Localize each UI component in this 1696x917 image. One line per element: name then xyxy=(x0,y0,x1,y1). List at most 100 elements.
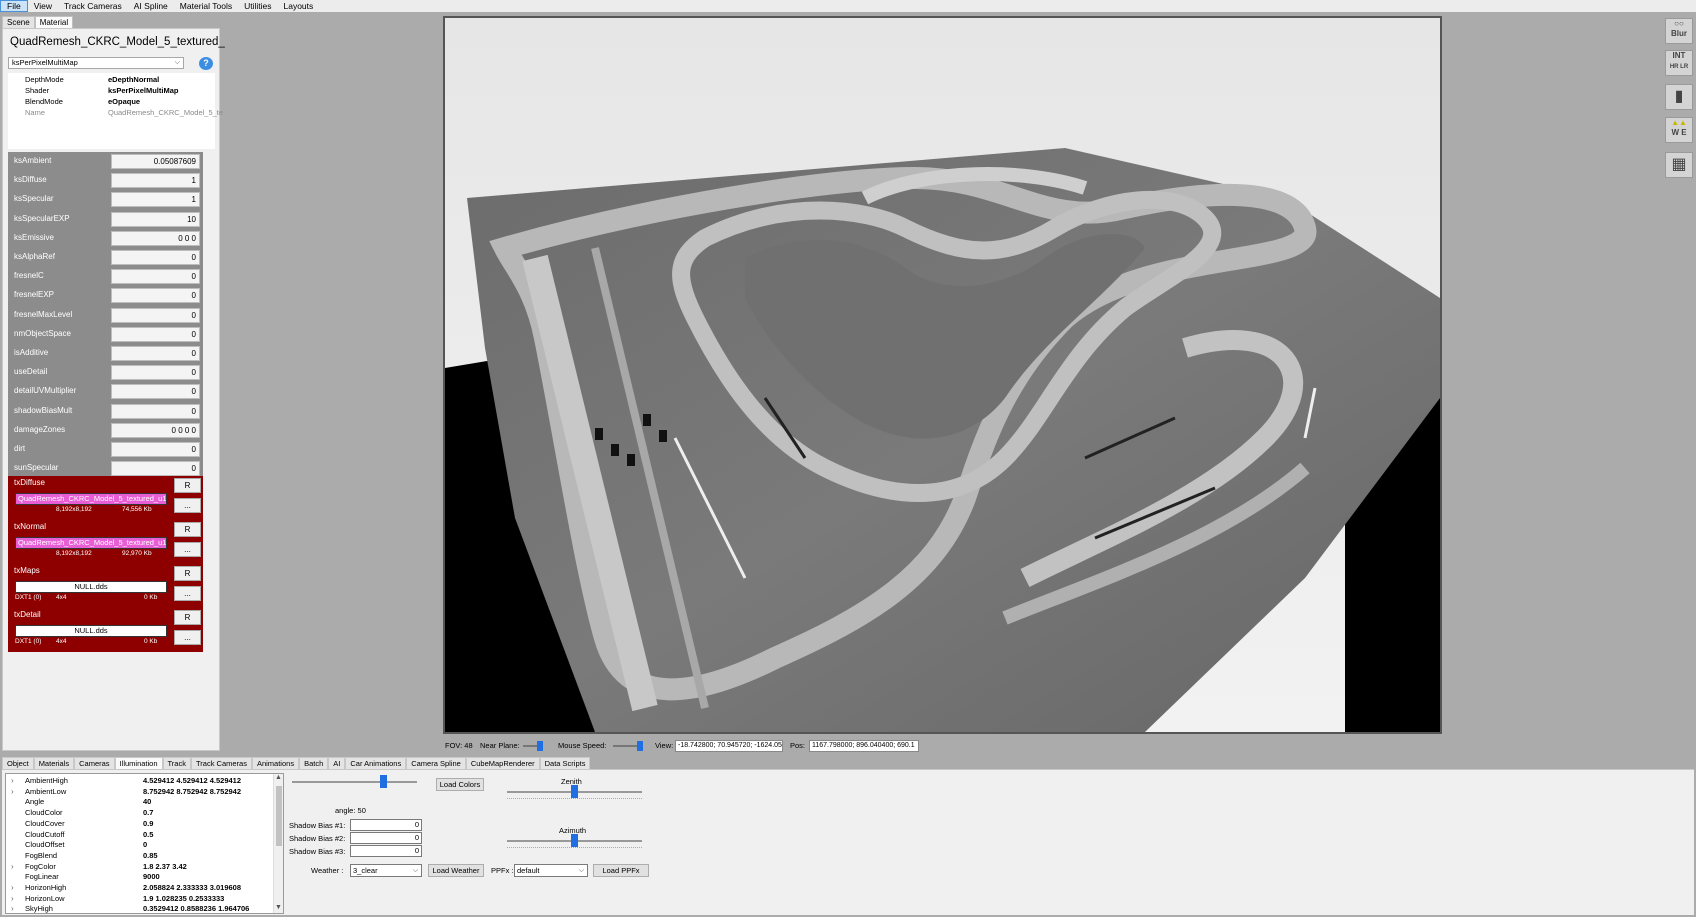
near-plane-slider[interactable] xyxy=(523,741,543,751)
browse-texture-button[interactable]: ... xyxy=(174,498,201,513)
param-value-field[interactable]: 1 xyxy=(111,173,200,189)
azimuth-slider[interactable] xyxy=(507,834,642,848)
param-value-field[interactable]: 0 xyxy=(111,346,200,361)
texture-file[interactable]: QuadRemesh_CKRC_Model_5_textured_u1 xyxy=(15,493,167,505)
prop-row-blendmode[interactable]: BlendMode eOpaque xyxy=(8,96,215,107)
tab-cubemaprenderer[interactable]: CubeMapRenderer xyxy=(465,757,540,769)
shadow-bias-2-field[interactable]: 0 xyxy=(350,832,422,844)
browse-texture-button[interactable]: ... xyxy=(174,586,201,601)
view-vector-field[interactable]: -18.742800; 70.945720; -1624.05 xyxy=(675,740,783,752)
illum-row-angle[interactable]: Angle 40 xyxy=(6,797,272,808)
prop-row-name[interactable]: Name QuadRemesh_CKRC_Model_5_te xyxy=(8,107,223,118)
car-view-button[interactable]: ▮ xyxy=(1665,84,1693,110)
texture-file[interactable]: QuadRemesh_CKRC_Model_5_textured_u1 xyxy=(15,537,167,549)
illum-row-fogblend[interactable]: FogBlend 0.85 xyxy=(6,851,272,862)
param-value-field[interactable]: 10 xyxy=(111,211,200,227)
shadow-bias-3-field[interactable]: 0 xyxy=(350,845,422,857)
param-value-field[interactable]: 0 xyxy=(111,384,200,400)
ppfx-select[interactable]: default ⌵ xyxy=(514,864,588,877)
menu-track-cameras[interactable]: Track Cameras xyxy=(58,0,128,12)
tab-track[interactable]: Track xyxy=(162,757,191,769)
texture-file[interactable]: NULL.dds xyxy=(15,581,167,593)
tab-car-animations[interactable]: Car Animations xyxy=(345,757,407,769)
weather-select[interactable]: 3_clear ⌵ xyxy=(350,864,422,877)
reload-texture-button[interactable]: R xyxy=(174,566,201,581)
tab-illumination[interactable]: Illumination xyxy=(114,757,163,769)
tab-animations[interactable]: Animations xyxy=(251,757,300,769)
illum-row-cloudcover[interactable]: CloudCover 0.9 xyxy=(6,819,272,830)
illum-row-horizonlow[interactable]: › HorizonLow 1.9 1.028235 0.2533333 xyxy=(6,894,272,905)
3d-viewport[interactable] xyxy=(443,16,1442,734)
param-value-field[interactable]: 0 xyxy=(111,269,200,285)
illum-row-ambienthigh[interactable]: › AmbientHigh 4.529412 4.529412 4.529412 xyxy=(6,776,272,787)
menu-utilities[interactable]: Utilities xyxy=(238,0,277,12)
illumination-scrollbar[interactable]: ▲ ▼ xyxy=(273,774,283,913)
menu-view[interactable]: View xyxy=(28,0,58,12)
grid-button[interactable]: ▦ xyxy=(1665,152,1693,178)
int-button[interactable]: INT HR LR xyxy=(1665,50,1693,76)
param-value-field[interactable]: 0 xyxy=(111,250,200,265)
expand-chevron-icon[interactable]: › xyxy=(11,883,14,894)
illum-row-fogcolor[interactable]: › FogColor 1.8 2.37 3.42 xyxy=(6,862,272,873)
expand-chevron-icon[interactable]: › xyxy=(11,894,14,905)
prop-row-shader[interactable]: Shader ksPerPixelMultiMap xyxy=(8,85,215,96)
scroll-thumb[interactable] xyxy=(276,786,282,846)
browse-texture-button[interactable]: ... xyxy=(174,630,201,645)
tab-ai[interactable]: AI xyxy=(328,757,346,769)
menu-material-tools[interactable]: Material Tools xyxy=(174,0,238,12)
shader-select[interactable]: ksPerPixelMultiMap ⌵ xyxy=(8,57,184,69)
position-field[interactable]: 1167.798000; 896.040400; 690.1 xyxy=(809,740,919,752)
illum-row-horizonhigh[interactable]: › HorizonHigh 2.058824 2.333333 3.019608 xyxy=(6,883,272,894)
illum-row-cloudcolor[interactable]: CloudColor 0.7 xyxy=(6,808,272,819)
tab-object[interactable]: Object xyxy=(2,757,34,769)
illum-row-ambientlow[interactable]: › AmbientLow 8.752942 8.752942 8.752942 xyxy=(6,787,272,798)
param-value-field[interactable]: 0.05087609 xyxy=(111,154,200,169)
tab-track-cameras[interactable]: Track Cameras xyxy=(190,757,252,769)
tab-camera-spline[interactable]: Camera Spline xyxy=(406,757,466,769)
illum-row-cloudcutoff[interactable]: CloudCutoff 0.5 xyxy=(6,830,272,841)
param-value-field[interactable]: 0 xyxy=(111,326,200,342)
param-value-field[interactable]: 0 xyxy=(111,365,200,381)
tab-data-scripts[interactable]: Data Scripts xyxy=(539,757,591,769)
sun-angle-slider[interactable] xyxy=(292,775,417,789)
reload-texture-button[interactable]: R xyxy=(174,522,201,537)
param-value-field[interactable]: 0 xyxy=(111,403,200,419)
load-ppfx-button[interactable]: Load PPFx xyxy=(593,864,649,877)
tab-materials[interactable]: Materials xyxy=(33,757,75,769)
weather-toggle-button[interactable]: ▲▲ W E xyxy=(1665,117,1693,143)
shadow-bias-1-field[interactable]: 0 xyxy=(350,819,422,831)
prop-row-depthmode[interactable]: DepthMode eDepthNormal xyxy=(8,74,215,85)
param-value-field[interactable]: 1 xyxy=(111,192,200,208)
param-value-field[interactable]: 0 xyxy=(111,307,200,323)
expand-chevron-icon[interactable]: › xyxy=(11,904,14,913)
param-value-field[interactable]: 0 0 0 0 xyxy=(111,422,200,438)
tab-batch[interactable]: Batch xyxy=(299,757,329,769)
tab-material[interactable]: Material xyxy=(34,16,74,28)
param-value-field[interactable]: 0 xyxy=(111,461,200,477)
mouse-speed-slider[interactable] xyxy=(613,741,643,751)
expand-chevron-icon[interactable]: › xyxy=(11,776,14,787)
browse-texture-button[interactable]: ... xyxy=(174,542,201,557)
reload-texture-button[interactable]: R xyxy=(174,478,201,493)
help-icon[interactable]: ? xyxy=(199,57,213,70)
param-value-field[interactable]: 0 xyxy=(111,288,200,304)
tab-scene[interactable]: Scene xyxy=(2,16,35,28)
load-weather-button[interactable]: Load Weather xyxy=(428,864,484,877)
menu-ai-spline[interactable]: AI Spline xyxy=(128,0,174,12)
blur-button[interactable]: ○○ Blur xyxy=(1665,18,1693,44)
menu-layouts[interactable]: Layouts xyxy=(278,0,320,12)
param-value-field[interactable]: 0 xyxy=(111,442,200,457)
param-value-field[interactable]: 0 0 0 xyxy=(111,230,200,246)
reload-texture-button[interactable]: R xyxy=(174,610,201,625)
scroll-up-icon[interactable]: ▲ xyxy=(275,774,282,781)
zenith-slider[interactable] xyxy=(507,785,642,799)
expand-chevron-icon[interactable]: › xyxy=(11,862,14,873)
load-colors-button[interactable]: Load Colors xyxy=(436,778,484,791)
scroll-down-icon[interactable]: ▼ xyxy=(275,904,282,911)
illum-row-foglinear[interactable]: FogLinear 9000 xyxy=(6,872,272,883)
menu-file[interactable]: File xyxy=(0,0,28,12)
texture-file[interactable]: NULL.dds xyxy=(15,625,167,637)
illum-row-skyhigh[interactable]: › SkyHigh 0.3529412 0.8588236 1.964706 xyxy=(6,904,272,913)
illum-row-cloudoffset[interactable]: CloudOffset 0 xyxy=(6,840,272,851)
tab-cameras[interactable]: Cameras xyxy=(74,757,115,769)
